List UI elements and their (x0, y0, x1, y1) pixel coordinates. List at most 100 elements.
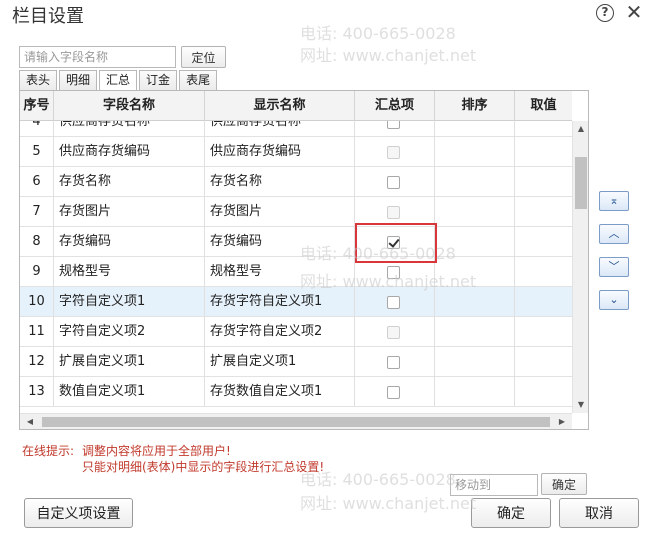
custom-fields-button[interactable]: 自定义项设置 (24, 498, 133, 528)
summary-checkbox[interactable] (387, 356, 400, 369)
summary-checkbox[interactable] (387, 266, 400, 279)
move-to-top-button[interactable]: ⌅ (599, 191, 629, 211)
row-seq: 5 (20, 137, 54, 167)
grid-rows: 4 供应商存货名称 供应商存货名称 5 供应商存货编码 供应商存货编码 6 存货名称 存货名称 7… (20, 121, 572, 407)
summary-checkbox (387, 146, 400, 159)
grid-header: 序号 字段名称 显示名称 汇总项 排序 取值 (20, 91, 572, 121)
row-display-name[interactable]: 供应商存货编码 (205, 137, 355, 167)
header-display-name[interactable]: 显示名称 (205, 91, 355, 121)
move-to-bottom-button[interactable]: ⌄ (599, 290, 629, 310)
row-sort-cell[interactable] (435, 197, 515, 227)
row-sort-cell[interactable] (435, 317, 515, 347)
locate-button[interactable]: 定位 (181, 46, 226, 68)
dialog-title: 栏目设置 (12, 6, 84, 27)
row-sort-cell[interactable] (435, 167, 515, 197)
row-field-name: 字符自定义项2 (54, 317, 205, 347)
table-row[interactable]: 11 字符自定义项2 存货字符自定义项2 (20, 317, 572, 347)
row-sort-cell[interactable] (435, 377, 515, 407)
scroll-down-arrow-icon[interactable]: ▼ (573, 397, 588, 413)
row-display-name[interactable]: 存货字符自定义项2 (205, 317, 355, 347)
field-search-input[interactable] (19, 46, 176, 68)
table-row[interactable]: 12 扩展自定义项1 扩展自定义项1 (20, 347, 572, 377)
summary-checkbox[interactable] (387, 121, 400, 129)
horizontal-scrollbar[interactable]: ◀ ▶ (20, 413, 572, 429)
row-display-name[interactable]: 规格型号 (205, 257, 355, 287)
vertical-scroll-thumb[interactable] (575, 157, 587, 209)
row-value-cell[interactable] (515, 347, 572, 377)
row-value-cell[interactable] (515, 197, 572, 227)
cancel-button[interactable]: 取消 (559, 498, 639, 528)
header-sort[interactable]: 排序 (435, 91, 515, 121)
table-row[interactable]: 13 数值自定义项1 存货数值自定义项1 (20, 377, 572, 407)
row-seq: 6 (20, 167, 54, 197)
table-row[interactable]: 7 存货图片 存货图片 (20, 197, 572, 227)
move-to-confirm-button[interactable]: 确定 (541, 473, 587, 495)
row-display-name[interactable]: 供应商存货名称 (205, 121, 355, 137)
vertical-scrollbar[interactable]: ▲ ▼ (572, 121, 588, 413)
row-seq: 12 (20, 347, 54, 377)
row-value-cell[interactable] (515, 257, 572, 287)
row-seq: 8 (20, 227, 54, 257)
row-sort-cell[interactable] (435, 121, 515, 137)
row-display-name[interactable]: 存货编码 (205, 227, 355, 257)
header-summary[interactable]: 汇总项 (355, 91, 435, 121)
row-value-cell[interactable] (515, 167, 572, 197)
summary-checkbox[interactable] (387, 386, 400, 399)
tab-deposit[interactable]: 订金 (139, 70, 178, 90)
tab-summary[interactable]: 汇总 (99, 70, 138, 91)
summary-checkbox (387, 326, 400, 339)
row-sort-cell[interactable] (435, 137, 515, 167)
row-field-name: 供应商存货名称 (54, 121, 205, 137)
close-icon[interactable]: ✕ (624, 1, 644, 23)
tab-footer[interactable]: 表尾 (179, 70, 218, 90)
row-value-cell[interactable] (515, 137, 572, 167)
row-value-cell[interactable] (515, 317, 572, 347)
table-row[interactable]: 6 存货名称 存货名称 (20, 167, 572, 197)
table-row[interactable]: 9 规格型号 规格型号 (20, 257, 572, 287)
row-display-name[interactable]: 存货名称 (205, 167, 355, 197)
row-display-name[interactable]: 扩展自定义项1 (205, 347, 355, 377)
title-bar: 栏目设置 ? ✕ (0, 0, 654, 30)
ok-button[interactable]: 确定 (471, 498, 551, 528)
row-display-name[interactable]: 存货数值自定义项1 (205, 377, 355, 407)
summary-checkbox[interactable] (387, 176, 400, 189)
table-row[interactable]: 8 存货编码 存货编码 (20, 227, 572, 257)
row-summary-cell (355, 167, 435, 197)
scroll-left-arrow-icon[interactable]: ◀ (22, 414, 38, 429)
watermark-site: 网址: www.chanjet.net (300, 46, 477, 65)
table-row[interactable]: 5 供应商存货编码 供应商存货编码 (20, 137, 572, 167)
row-seq: 13 (20, 377, 54, 407)
row-sort-cell[interactable] (435, 347, 515, 377)
move-up-button[interactable]: ︿ (599, 224, 629, 244)
horizontal-scroll-thumb[interactable] (42, 417, 550, 427)
scroll-up-arrow-icon[interactable]: ▲ (573, 121, 588, 137)
header-field-name[interactable]: 字段名称 (54, 91, 205, 121)
row-field-name: 存货编码 (54, 227, 205, 257)
row-sort-cell[interactable] (435, 257, 515, 287)
row-seq: 7 (20, 197, 54, 227)
help-icon[interactable]: ? (596, 4, 614, 22)
row-value-cell[interactable] (515, 227, 572, 257)
tab-detail[interactable]: 明细 (59, 70, 98, 90)
row-display-name[interactable]: 存货字符自定义项1 (205, 287, 355, 317)
header-value[interactable]: 取值 (515, 91, 572, 121)
scroll-right-arrow-icon[interactable]: ▶ (554, 414, 570, 429)
row-value-cell[interactable] (515, 121, 572, 137)
row-value-cell[interactable] (515, 377, 572, 407)
table-row[interactable]: 4 供应商存货名称 供应商存货名称 (20, 121, 572, 137)
tab-strip: 表头 明细 汇总 订金 表尾 (19, 70, 219, 91)
row-summary-cell (355, 347, 435, 377)
row-summary-cell (355, 377, 435, 407)
move-down-button[interactable]: ﹀ (599, 257, 629, 277)
column-settings-grid: 序号 字段名称 显示名称 汇总项 排序 取值 4 供应商存货名称 供应商存货名称 5 供… (19, 90, 589, 430)
tab-header[interactable]: 表头 (19, 70, 58, 90)
row-field-name: 字符自定义项1 (54, 287, 205, 317)
row-value-cell[interactable] (515, 287, 572, 317)
row-display-name[interactable]: 存货图片 (205, 197, 355, 227)
row-sort-cell[interactable] (435, 287, 515, 317)
summary-checkbox[interactable] (387, 296, 400, 309)
move-to-input[interactable] (450, 474, 538, 496)
row-summary-cell (355, 317, 435, 347)
row-sort-cell[interactable] (435, 227, 515, 257)
table-row[interactable]: 10 字符自定义项1 存货字符自定义项1 (20, 287, 572, 317)
